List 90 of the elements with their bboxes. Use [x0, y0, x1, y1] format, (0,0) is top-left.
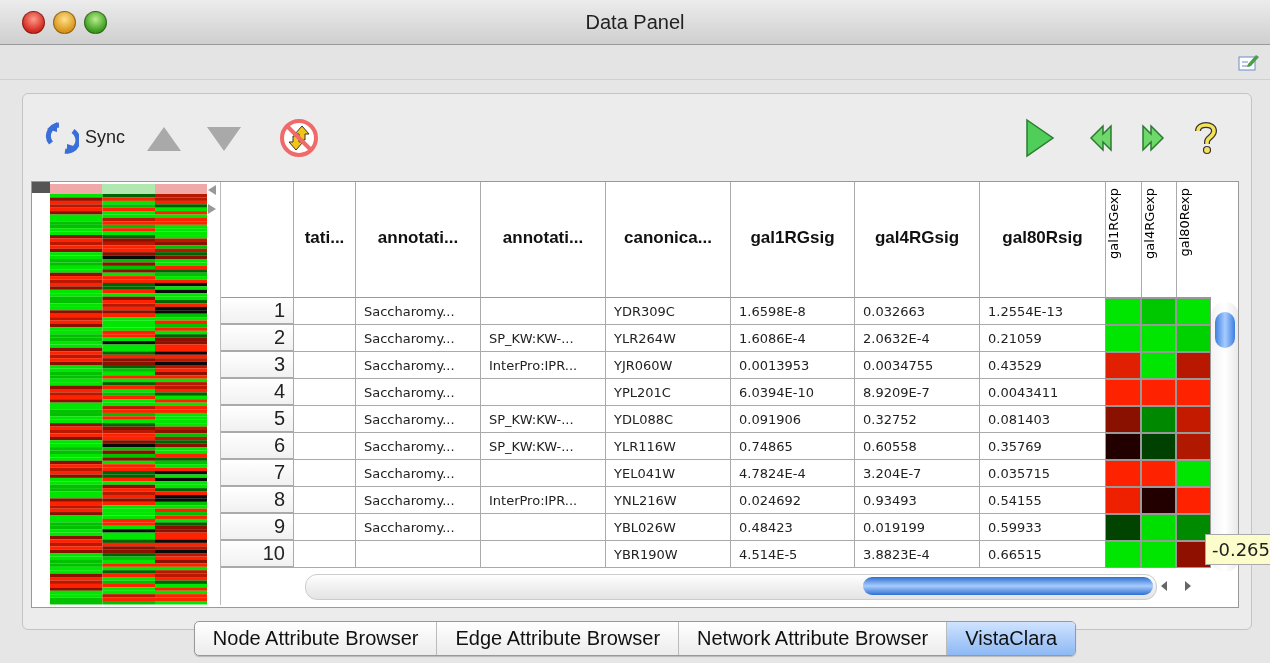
column-header[interactable]: canonica... [605, 182, 730, 298]
table-cell: YDR309C [605, 298, 730, 325]
table-cell [293, 406, 355, 433]
collapse-arrow-icon[interactable] [208, 185, 217, 195]
next-button[interactable] [1139, 123, 1165, 152]
table-cell [293, 433, 355, 460]
tooltip: -0.265 [1205, 534, 1270, 565]
previous-button[interactable] [1089, 123, 1115, 152]
table-cell: YDL088C [605, 406, 730, 433]
table-cell: YNL216W [605, 487, 730, 514]
table-cell [293, 379, 355, 406]
scroll-thumb[interactable] [863, 577, 1153, 595]
column-header[interactable]: annotati... [480, 182, 605, 298]
table-cell: 0.019199 [854, 514, 979, 541]
column-header[interactable]: tati... [293, 182, 355, 298]
column-header[interactable]: gal4RGsig [854, 182, 979, 298]
table-cell [293, 352, 355, 379]
tab[interactable]: VistaClara [946, 622, 1076, 655]
play-button[interactable] [1025, 117, 1055, 158]
table-cell: YJR060W [605, 352, 730, 379]
table-cell: 1.6598E-8 [730, 298, 854, 325]
edit-note-icon[interactable] [1238, 52, 1260, 72]
no-swap-icon [279, 117, 320, 158]
table-cell: SP_KW:KW-... [480, 325, 605, 352]
column-header[interactable]: gal1RGsig [730, 182, 854, 298]
table-cell: Saccharomy... [355, 460, 480, 487]
close-button[interactable] [22, 10, 45, 34]
fast-forward-icon [1139, 123, 1165, 152]
table-cell: 0.93493 [854, 487, 979, 514]
sync-icon [45, 120, 79, 155]
table-cell: 4.514E-5 [730, 541, 854, 568]
table-cell: Saccharomy... [355, 433, 480, 460]
table-cell [293, 514, 355, 541]
table-cell: Saccharomy... [355, 379, 480, 406]
table-cell: Saccharomy... [355, 352, 480, 379]
table-cell: Saccharomy... [355, 298, 480, 325]
column-header[interactable]: gal1RGexp [1106, 182, 1121, 265]
table-cell: YBL026W [605, 514, 730, 541]
table-cell: 0.0013953 [730, 352, 854, 379]
table-cell [293, 487, 355, 514]
table-cell: 0.024692 [730, 487, 854, 514]
table-cell: 0.32752 [854, 406, 979, 433]
table-cell: YEL041W [605, 460, 730, 487]
table-cell: 2.0632E-4 [854, 325, 979, 352]
table-cell: 0.091906 [730, 406, 854, 433]
table-cell: Saccharomy... [355, 325, 480, 352]
help-icon [1193, 119, 1219, 156]
table-cell: 1.6086E-4 [730, 325, 854, 352]
column-header[interactable]: gal80Rsig [979, 182, 1105, 298]
sync-button[interactable]: Sync [45, 120, 126, 155]
table-cell [293, 298, 355, 325]
rewind-icon [1089, 123, 1115, 152]
table-cell: 8.9209E-7 [854, 379, 979, 406]
table-cell: SP_KW:KW-... [480, 406, 605, 433]
column-header[interactable]: gal4RGexp [1142, 182, 1157, 265]
table-cell: 4.7824E-4 [730, 460, 854, 487]
scroll-thumb[interactable] [1215, 312, 1235, 348]
table-cell: YLR264W [605, 325, 730, 352]
down-triangle-icon [207, 124, 242, 151]
table-cell: YPL201C [605, 379, 730, 406]
table-cell: 0.0034755 [854, 352, 979, 379]
play-icon [1025, 117, 1055, 158]
table-cell: Saccharomy... [355, 514, 480, 541]
table-cell [293, 325, 355, 352]
table-cell [293, 460, 355, 487]
help-button[interactable] [1193, 119, 1219, 156]
expand-arrow-icon[interactable] [208, 204, 217, 214]
column-header[interactable]: gal80Rexp [1177, 182, 1192, 263]
table-cell: 0.74865 [730, 433, 854, 460]
table-cell: Saccharomy... [355, 487, 480, 514]
window-title: Data Panel [585, 11, 685, 34]
table-cell: InterPro:IPR... [480, 352, 605, 379]
no-swap-button[interactable] [279, 117, 320, 158]
table-cell: YLR116W [605, 433, 730, 460]
table-cell: 0.48423 [730, 514, 854, 541]
table-cell: 3.204E-7 [854, 460, 979, 487]
table-cell: 0.032663 [854, 298, 979, 325]
zoom-button[interactable] [84, 10, 107, 34]
table-cell: 6.0394E-10 [730, 379, 854, 406]
table-cell: 0.60558 [854, 433, 979, 460]
minimize-button[interactable] [53, 10, 76, 34]
table-cell: YBR190W [605, 541, 730, 568]
tab[interactable]: Edge Attribute Browser [436, 622, 679, 655]
column-header[interactable]: annotati... [355, 182, 480, 298]
table-cell: SP_KW:KW-... [480, 433, 605, 460]
table-cell: 3.8823E-4 [854, 541, 979, 568]
table-cell: Saccharomy... [355, 406, 480, 433]
table-cell [293, 541, 355, 568]
tab[interactable]: Node Attribute Browser [194, 622, 437, 655]
table-cell: InterPro:IPR... [480, 487, 605, 514]
